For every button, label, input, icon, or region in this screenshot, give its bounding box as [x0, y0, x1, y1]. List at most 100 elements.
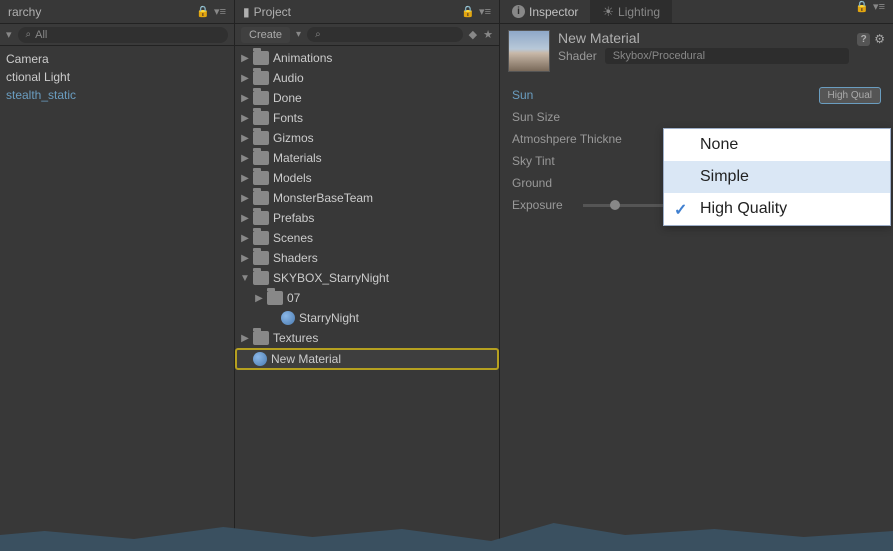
- sun-quality-dropdown[interactable]: High Qual: [819, 87, 881, 104]
- lighting-icon: ☀: [602, 4, 614, 20]
- tree-item-label: Done: [273, 91, 302, 105]
- arrow-right-icon[interactable]: ▶: [239, 233, 251, 244]
- sun-label: Sun: [512, 88, 533, 102]
- tree-row[interactable]: ▶Fonts: [235, 108, 499, 128]
- folder-icon: [253, 211, 269, 225]
- hierarchy-panel-icons: 🔒 ▾≡: [196, 5, 226, 18]
- tree-item-label: Textures: [273, 331, 318, 345]
- tree-row[interactable]: ▶ Materials: [235, 148, 499, 168]
- shader-row: Shader Skybox/Procedural: [558, 48, 849, 64]
- arrow-right-icon[interactable]: ▶: [239, 133, 251, 144]
- sky-tint-label: Sky Tint: [512, 154, 555, 168]
- arrow-right-icon[interactable]: ▶: [239, 173, 251, 184]
- hierarchy-list: Cameractional Lightstealth_static: [0, 46, 234, 551]
- tree-item-label: Materials: [273, 151, 322, 165]
- tree-row[interactable]: ▶ Prefabs: [235, 208, 499, 228]
- folder-icon: [253, 91, 269, 105]
- gear-icon[interactable]: ⚙: [874, 32, 885, 46]
- create-dropdown-icon[interactable]: ▾: [6, 28, 12, 41]
- tree-item-label: SKYBOX_StarryNight: [273, 271, 389, 285]
- hierarchy-toolbar: ▾ ⌕ All: [0, 24, 234, 46]
- dropdown-item-none[interactable]: None: [664, 129, 890, 161]
- tree-item-label: Animations: [273, 51, 332, 65]
- tree-item-label: Gizmos: [273, 131, 314, 145]
- material-icon: [253, 352, 267, 366]
- tree-item-label: New Material: [271, 352, 341, 366]
- arrow-right-icon[interactable]: ▶: [239, 73, 251, 84]
- menu-icon[interactable]: ▾≡: [479, 5, 491, 18]
- hierarchy-header: rarchy 🔒 ▾≡: [0, 0, 234, 24]
- tree-row[interactable]: ▶ MonsterBaseTeam: [235, 188, 499, 208]
- material-name: New Material: [558, 30, 849, 46]
- arrow-right-icon[interactable]: ▶: [239, 193, 251, 204]
- check-icon: ✓: [674, 200, 687, 220]
- project-tree: ▶Animations▶Audio▶Done▶Fonts▶Gizmos▶Mate…: [235, 46, 499, 551]
- material-preview[interactable]: [508, 30, 550, 72]
- arrow-right-icon[interactable]: ▶: [239, 333, 251, 344]
- tree-item-label: Audio: [273, 71, 304, 85]
- tree-row[interactable]: ▶ Scenes: [235, 228, 499, 248]
- info-icon: i: [512, 5, 525, 18]
- arrow-down-icon[interactable]: ▼: [239, 273, 251, 284]
- arrow-right-icon[interactable]: ▶: [239, 113, 251, 124]
- menu-icon[interactable]: ▾≡: [873, 0, 885, 23]
- lock-icon[interactable]: 🔒: [855, 0, 869, 23]
- favorites-icon[interactable]: ★: [483, 28, 493, 41]
- folder-icon: [267, 291, 283, 305]
- tree-item-label: Prefabs: [273, 211, 314, 225]
- search-icon: ⌕: [26, 29, 32, 40]
- arrow-right-icon[interactable]: ▶: [239, 253, 251, 264]
- sun-quality-menu: None Simple ✓ High Quality: [663, 128, 891, 226]
- tree-row[interactable]: ▶ Gizmos: [235, 128, 499, 148]
- search-icon: ⌕: [315, 29, 321, 40]
- folder-icon: [253, 191, 269, 205]
- tree-row[interactable]: New Material: [235, 348, 499, 370]
- tree-row[interactable]: ▶ Animations: [235, 48, 499, 68]
- dropdown-item-high-quality[interactable]: ✓ High Quality: [664, 193, 890, 225]
- arrow-right-icon[interactable]: ▶: [239, 93, 251, 104]
- shader-label: Shader: [558, 49, 597, 63]
- hierarchy-item[interactable]: stealth_static: [2, 86, 232, 104]
- tree-row[interactable]: ▶ Textures: [235, 328, 499, 348]
- create-button[interactable]: Create: [241, 27, 290, 43]
- material-icon: [281, 311, 295, 325]
- tree-row[interactable]: StarryNight: [235, 308, 499, 328]
- folder-icon: [253, 231, 269, 245]
- dropdown-item-simple[interactable]: Simple: [664, 161, 890, 193]
- tab-lighting[interactable]: ☀ Lighting: [590, 0, 672, 23]
- tab-inspector[interactable]: i Inspector: [500, 0, 590, 23]
- chevron-down-icon[interactable]: ▾: [296, 29, 301, 40]
- project-panel: ▮ Project 🔒 ▾≡ Create ▾ ⌕ ◆ ★ ▶ Animation…: [235, 0, 500, 551]
- filter-icon[interactable]: ◆: [469, 28, 477, 41]
- project-header: ▮ Project 🔒 ▾≡: [235, 0, 499, 24]
- tree-row[interactable]: ▶ Audio: [235, 68, 499, 88]
- tree-row[interactable]: ▼ SKYBOX_StarryNight: [235, 268, 499, 288]
- arrow-right-icon[interactable]: ▶: [239, 53, 251, 64]
- project-toolbar: Create ▾ ⌕ ◆ ★: [235, 24, 499, 46]
- tree-item-label: MonsterBaseTeam: [273, 191, 373, 205]
- arrow-right-icon[interactable]: ▶: [239, 213, 251, 224]
- arrow-right-icon[interactable]: ▶: [239, 153, 251, 164]
- tree-row[interactable]: ▶Models: [235, 168, 499, 188]
- project-search[interactable]: ⌕: [307, 27, 463, 42]
- slider-knob[interactable]: [610, 200, 620, 210]
- arrow-right-icon[interactable]: ▶: [253, 293, 265, 304]
- tree-item-label: StarryNight: [299, 311, 359, 325]
- tree-row[interactable]: ▶ Done: [235, 88, 499, 108]
- menu-icon[interactable]: ▾≡: [214, 5, 226, 18]
- lock-icon[interactable]: 🔒: [461, 5, 475, 18]
- hierarchy-search[interactable]: ⌕ All: [18, 27, 228, 43]
- lock-icon[interactable]: 🔒: [196, 5, 210, 18]
- tree-row[interactable]: ▶Shaders: [235, 248, 499, 268]
- help-icon[interactable]: ?: [857, 33, 870, 46]
- inspector-panel-icons: 🔒 ▾≡: [855, 0, 893, 23]
- hierarchy-item[interactable]: ctional Light: [2, 68, 232, 86]
- ground-label: Ground: [512, 176, 552, 190]
- shader-dropdown[interactable]: Skybox/Procedural: [605, 48, 850, 64]
- tree-row[interactable]: ▶07: [235, 288, 499, 308]
- hierarchy-item[interactable]: Camera: [2, 50, 232, 68]
- sun-size-label: Sun Size: [512, 110, 560, 124]
- folder-icon: [253, 71, 269, 85]
- material-header: New Material Shader Skybox/Procedural ? …: [500, 24, 893, 78]
- tree-item-label: Scenes: [273, 231, 313, 245]
